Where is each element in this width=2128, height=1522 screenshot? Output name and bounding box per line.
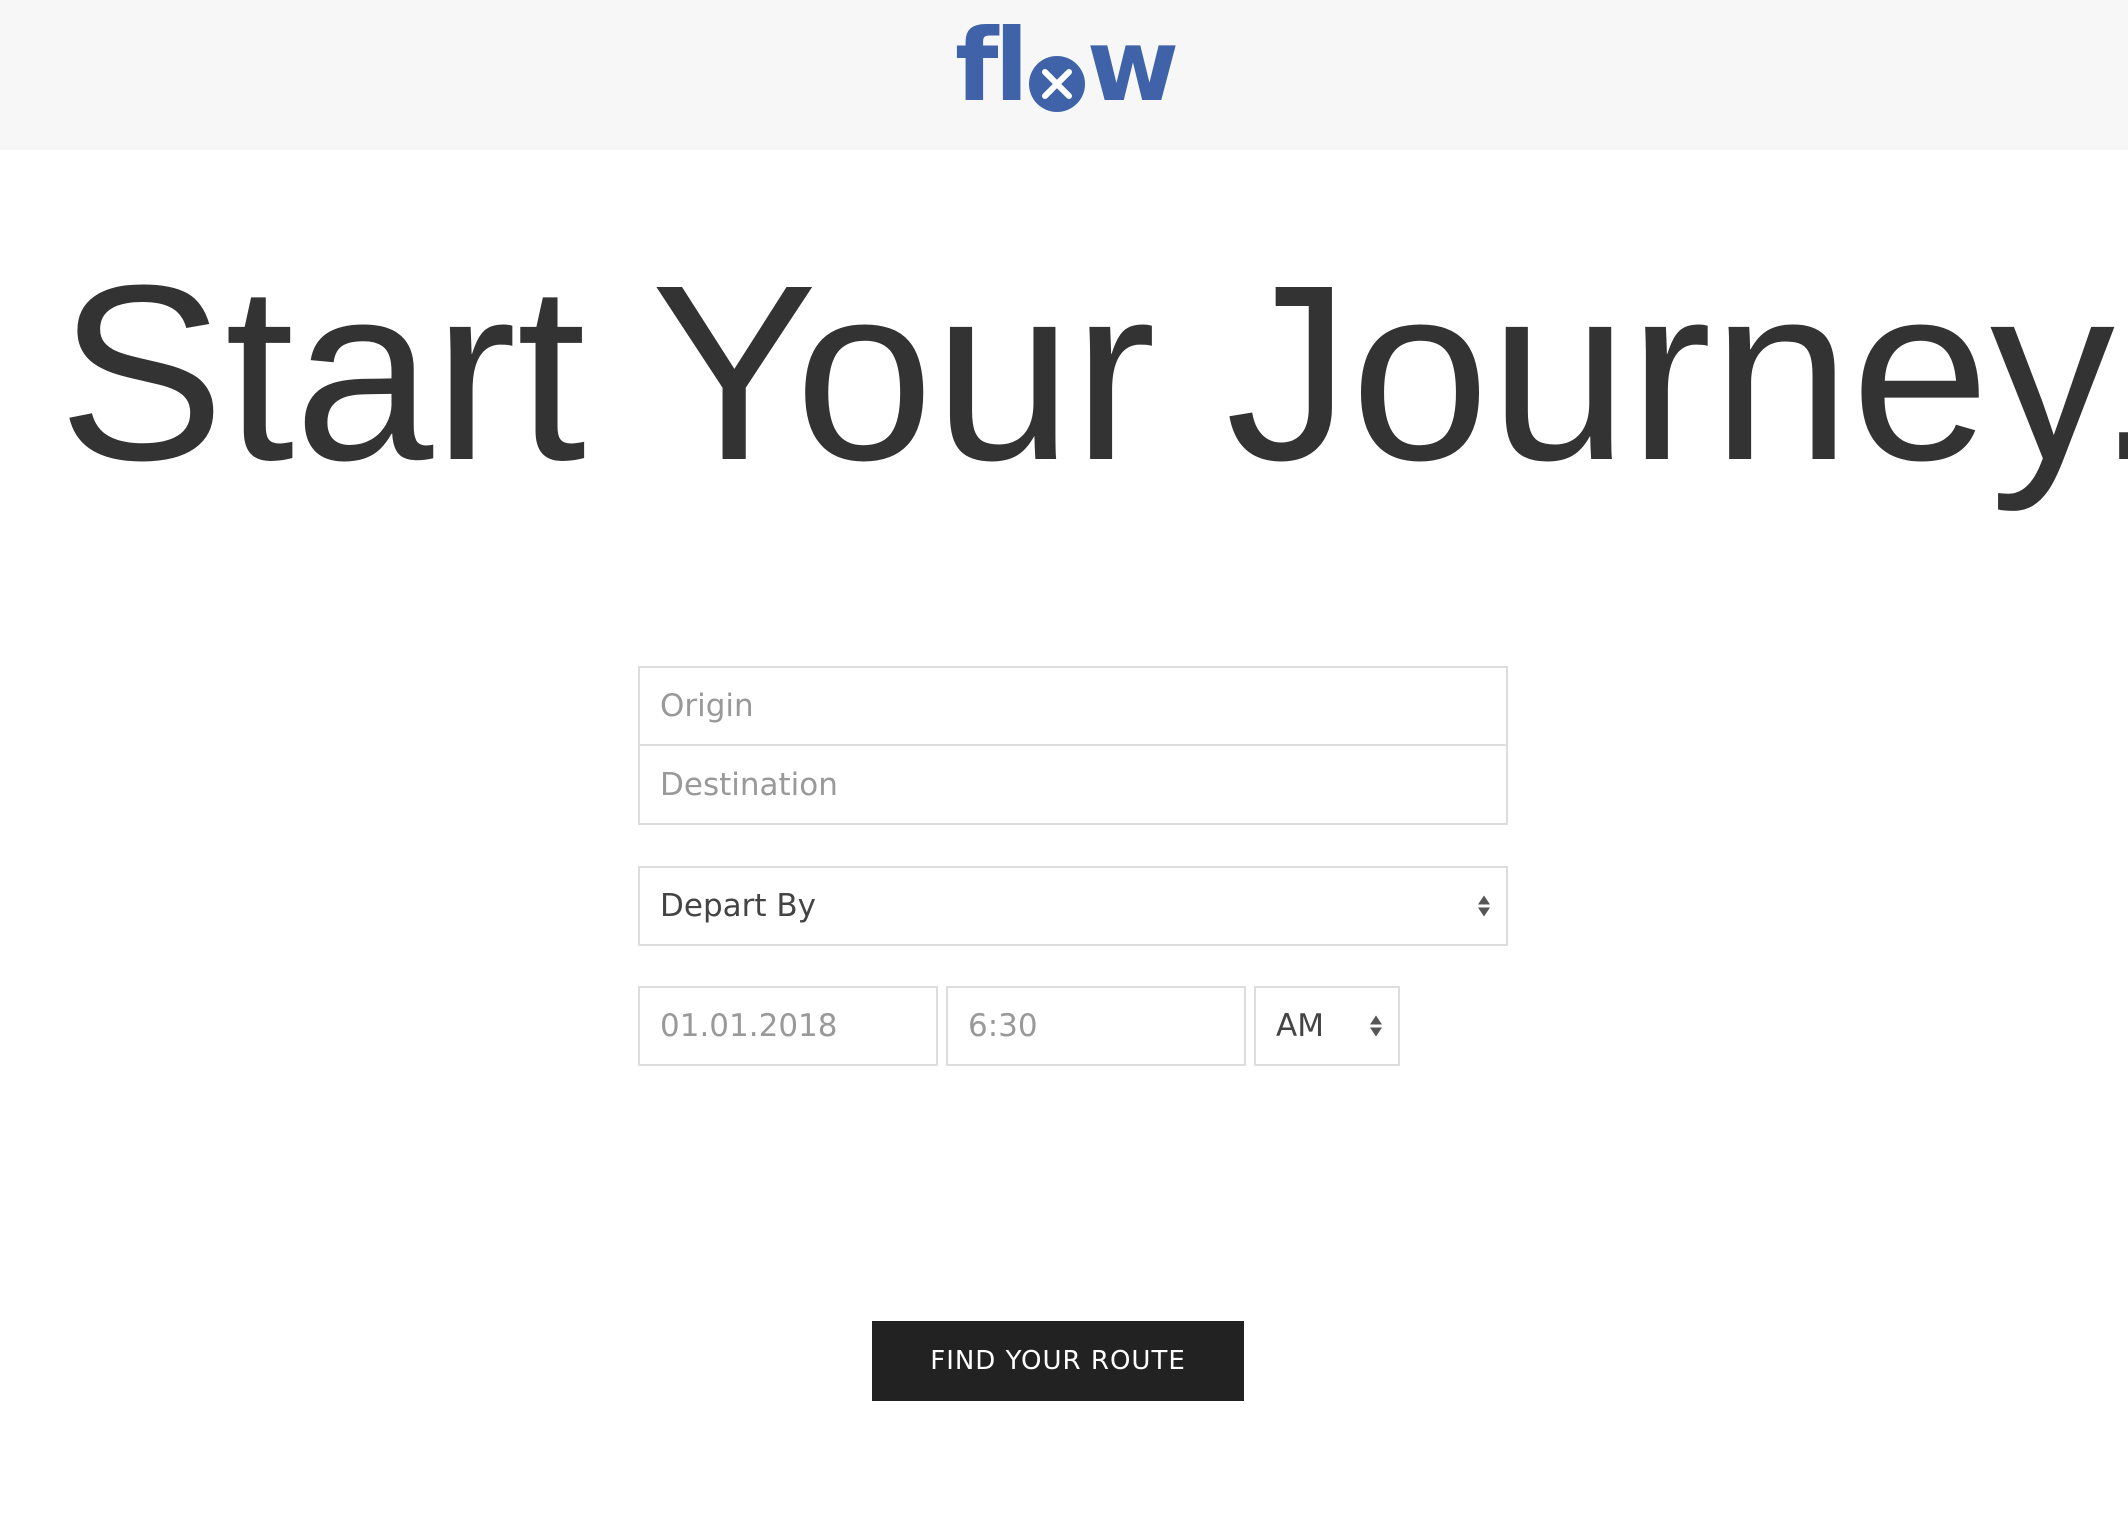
updown-arrows-icon [1370,1015,1382,1037]
time-field[interactable] [946,986,1246,1066]
flow-logo[interactable]: fl w [955,16,1179,116]
page-headline: Start Your Journey. [58,233,2128,512]
ampm-select[interactable]: AM [1254,986,1400,1066]
date-input[interactable] [640,988,936,1064]
depart-mode-select[interactable]: Depart By [638,866,1508,946]
updown-arrows-icon [1478,895,1490,917]
logo-text-prefix: fl [955,7,1029,124]
logo-x-circle-icon [1028,56,1085,112]
depart-mode-value: Depart By [660,888,816,924]
origin-field[interactable] [638,666,1508,746]
logo-text-suffix: w [1086,7,1179,124]
destination-field[interactable] [638,744,1508,825]
origin-input[interactable] [640,668,1506,744]
date-field[interactable] [638,986,938,1066]
top-bar: fl w [0,0,2128,150]
destination-input[interactable] [640,746,1506,823]
find-route-button[interactable]: FIND YOUR ROUTE [872,1321,1244,1401]
time-input[interactable] [948,988,1244,1064]
